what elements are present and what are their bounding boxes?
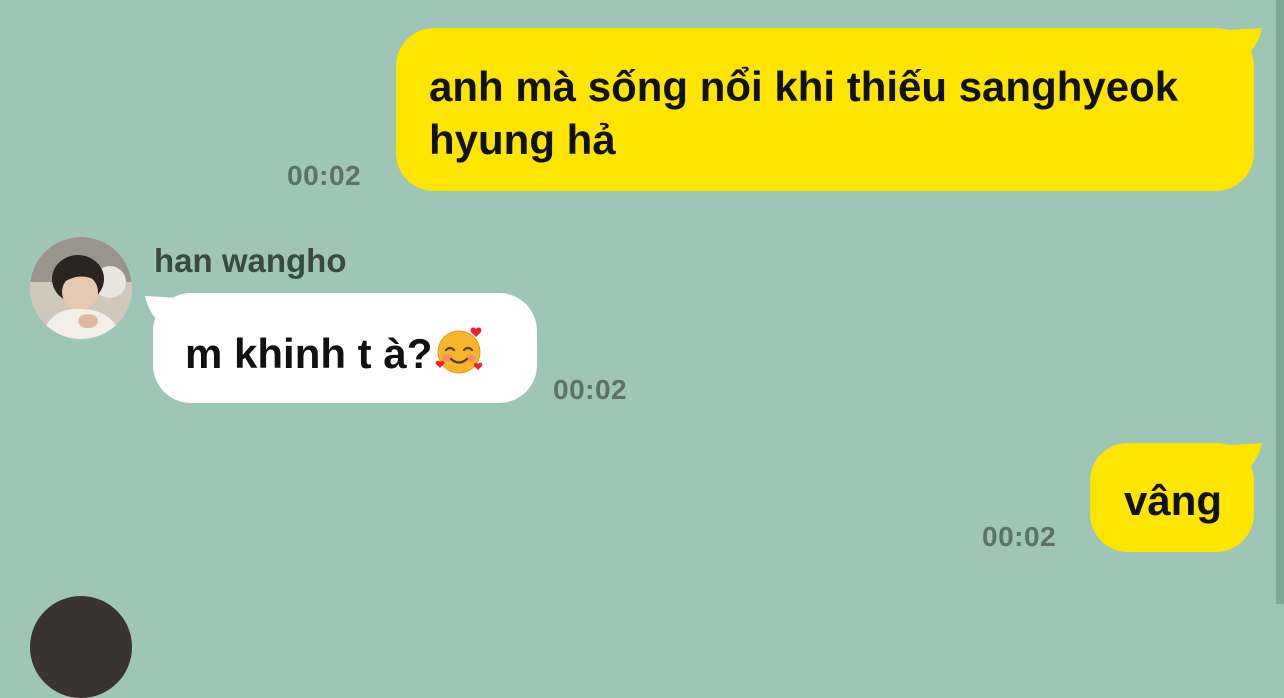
message-text: anh mà sống nổi khi thiếu sanghyeok hyun… [429,63,1179,164]
avatar[interactable] [30,596,132,698]
message-bubble[interactable]: anh mà sống nổi khi thiếu sanghyeok hyun… [396,28,1254,191]
message-timestamp: 00:02 [287,160,362,191]
bubble-tail [1228,28,1262,64]
message-text: m khinh t à? [185,330,433,377]
message-timestamp: 00:02 [553,374,628,405]
bubble-tail [1228,443,1262,479]
message-text: vâng [1124,477,1223,524]
message-timestamp: 00:02 [982,521,1057,552]
bubble-tail [145,296,179,332]
message-bubble[interactable]: m khinh t à? [153,293,537,403]
scrollbar[interactable] [1276,0,1284,604]
avatar[interactable] [30,237,132,339]
avatar-photo-icon [30,237,132,339]
smiling-face-with-hearts-icon [434,326,484,376]
chat-message-list[interactable]: 00:02 anh mà sống nổi khi thiếu sanghyeo… [0,0,1284,698]
sender-name: han wangho [154,242,347,279]
